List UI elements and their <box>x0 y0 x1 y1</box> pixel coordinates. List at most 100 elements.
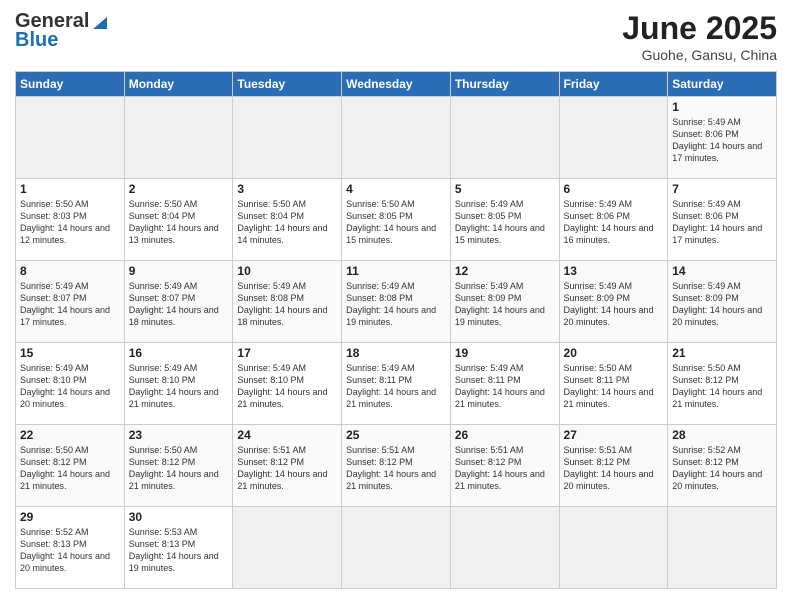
day-number: 12 <box>455 264 555 278</box>
cell-content: Sunrise: 5:50 AMSunset: 8:11 PMDaylight:… <box>564 363 654 409</box>
calendar-cell <box>559 507 668 589</box>
calendar-header-row: SundayMondayTuesdayWednesdayThursdayFrid… <box>16 72 777 97</box>
day-number: 6 <box>564 182 664 196</box>
day-number: 5 <box>455 182 555 196</box>
calendar-cell: 8Sunrise: 5:49 AMSunset: 8:07 PMDaylight… <box>16 261 125 343</box>
day-number: 25 <box>346 428 446 442</box>
calendar-week-row: 29Sunrise: 5:52 AMSunset: 8:13 PMDayligh… <box>16 507 777 589</box>
calendar-cell: 2Sunrise: 5:50 AMSunset: 8:04 PMDaylight… <box>124 179 233 261</box>
calendar-cell: 5 Sunrise: 5:49 AMSunset: 8:05 PMDaylight… <box>450 179 559 261</box>
day-number: 22 <box>20 428 120 442</box>
cell-content: Sunrise: 5:51 AMSunset: 8:12 PMDaylight:… <box>455 445 545 491</box>
calendar-cell: 10 Sunrise: 5:49 AMSunset: 8:08 PMDayligh… <box>233 261 342 343</box>
calendar-cell: 16Sunrise: 5:49 AMSunset: 8:10 PMDayligh… <box>124 343 233 425</box>
calendar-cell: 7Sunrise: 5:49 AMSunset: 8:06 PMDaylight… <box>668 179 777 261</box>
day-number: 14 <box>672 264 772 278</box>
day-header-sunday: Sunday <box>16 72 125 97</box>
calendar-cell <box>450 507 559 589</box>
day-number: 8 <box>20 264 120 278</box>
day-number: 28 <box>672 428 772 442</box>
cell-content: Sunrise: 5:51 AMSunset: 8:12 PMDaylight:… <box>564 445 654 491</box>
cell-content: Sunrise: 5:49 AMSunset: 8:09 PMDaylight:… <box>672 281 762 327</box>
header: General Blue June 2025 Guohe, Gansu, Chi… <box>15 10 777 63</box>
calendar-cell: 11 Sunrise: 5:49 AMSunset: 8:08 PMDayligh… <box>342 261 451 343</box>
calendar-cell: 13 Sunrise: 5:49 AMSunset: 8:09 PMDayligh… <box>559 261 668 343</box>
day-number: 10 <box>237 264 337 278</box>
calendar-cell: 4 Sunrise: 5:50 AMSunset: 8:05 PMDaylight… <box>342 179 451 261</box>
calendar-cell: 22 Sunrise: 5:50 AMSunset: 8:12 PMDayligh… <box>16 425 125 507</box>
calendar-cell: 18 Sunrise: 5:49 AMSunset: 8:11 PMDayligh… <box>342 343 451 425</box>
day-number: 27 <box>564 428 664 442</box>
cell-content: Sunrise: 5:49 AMSunset: 8:06 PMDaylight:… <box>672 117 762 163</box>
calendar-table: SundayMondayTuesdayWednesdayThursdayFrid… <box>15 71 777 589</box>
day-number: 19 <box>455 346 555 360</box>
calendar-cell: 29Sunrise: 5:52 AMSunset: 8:13 PMDayligh… <box>16 507 125 589</box>
day-number: 1 <box>672 100 772 114</box>
calendar-week-row: 1 Sunrise: 5:49 AMSunset: 8:06 PMDaylight… <box>16 97 777 179</box>
cell-content: Sunrise: 5:50 AMSunset: 8:03 PMDaylight:… <box>20 199 110 245</box>
cell-content: Sunrise: 5:49 AMSunset: 8:10 PMDaylight:… <box>129 363 219 409</box>
cell-content: Sunrise: 5:53 AMSunset: 8:13 PMDaylight:… <box>129 527 219 573</box>
calendar-week-row: 1 Sunrise: 5:50 AMSunset: 8:03 PMDaylight… <box>16 179 777 261</box>
cell-content: Sunrise: 5:49 AMSunset: 8:09 PMDaylight:… <box>455 281 545 327</box>
cell-content: Sunrise: 5:49 AMSunset: 8:09 PMDaylight:… <box>564 281 654 327</box>
cell-content: Sunrise: 5:49 AMSunset: 8:08 PMDaylight:… <box>346 281 436 327</box>
cell-content: Sunrise: 5:50 AMSunset: 8:12 PMDaylight:… <box>672 363 762 409</box>
cell-content: Sunrise: 5:49 AMSunset: 8:05 PMDaylight:… <box>455 199 545 245</box>
day-number: 23 <box>129 428 229 442</box>
day-number: 18 <box>346 346 446 360</box>
day-number: 11 <box>346 264 446 278</box>
calendar-week-row: 8Sunrise: 5:49 AMSunset: 8:07 PMDaylight… <box>16 261 777 343</box>
day-number: 26 <box>455 428 555 442</box>
day-header-saturday: Saturday <box>668 72 777 97</box>
cell-content: Sunrise: 5:52 AMSunset: 8:12 PMDaylight:… <box>672 445 762 491</box>
calendar-cell: 19 Sunrise: 5:49 AMSunset: 8:11 PMDayligh… <box>450 343 559 425</box>
calendar-cell: 21Sunrise: 5:50 AMSunset: 8:12 PMDayligh… <box>668 343 777 425</box>
calendar-cell: 14 Sunrise: 5:49 AMSunset: 8:09 PMDayligh… <box>668 261 777 343</box>
calendar-cell <box>342 97 451 179</box>
day-header-monday: Monday <box>124 72 233 97</box>
logo-triangle-icon <box>91 13 109 31</box>
day-header-friday: Friday <box>559 72 668 97</box>
calendar-cell: 24 Sunrise: 5:51 AMSunset: 8:12 PMDayligh… <box>233 425 342 507</box>
calendar-cell: 6 Sunrise: 5:49 AMSunset: 8:06 PMDaylight… <box>559 179 668 261</box>
day-number: 24 <box>237 428 337 442</box>
day-number: 3 <box>237 182 337 196</box>
day-number: 29 <box>20 510 120 524</box>
cell-content: Sunrise: 5:51 AMSunset: 8:12 PMDaylight:… <box>237 445 327 491</box>
cell-content: Sunrise: 5:49 AMSunset: 8:06 PMDaylight:… <box>564 199 654 245</box>
calendar-cell: 9Sunrise: 5:49 AMSunset: 8:07 PMDaylight… <box>124 261 233 343</box>
calendar-cell: 20 Sunrise: 5:50 AMSunset: 8:11 PMDayligh… <box>559 343 668 425</box>
day-number: 13 <box>564 264 664 278</box>
logo-blue-text: Blue <box>15 29 58 52</box>
main-container: General Blue June 2025 Guohe, Gansu, Chi… <box>0 0 792 599</box>
calendar-cell <box>450 97 559 179</box>
day-number: 17 <box>237 346 337 360</box>
day-number: 30 <box>129 510 229 524</box>
cell-content: Sunrise: 5:50 AMSunset: 8:12 PMDaylight:… <box>20 445 110 491</box>
day-number: 4 <box>346 182 446 196</box>
calendar-cell: 26 Sunrise: 5:51 AMSunset: 8:12 PMDayligh… <box>450 425 559 507</box>
day-header-tuesday: Tuesday <box>233 72 342 97</box>
calendar-cell: 25 Sunrise: 5:51 AMSunset: 8:12 PMDayligh… <box>342 425 451 507</box>
calendar-cell <box>124 97 233 179</box>
cell-content: Sunrise: 5:51 AMSunset: 8:12 PMDaylight:… <box>346 445 436 491</box>
day-header-wednesday: Wednesday <box>342 72 451 97</box>
day-number: 20 <box>564 346 664 360</box>
day-number: 15 <box>20 346 120 360</box>
cell-content: Sunrise: 5:49 AMSunset: 8:08 PMDaylight:… <box>237 281 327 327</box>
calendar-cell <box>342 507 451 589</box>
cell-content: Sunrise: 5:49 AMSunset: 8:10 PMDaylight:… <box>237 363 327 409</box>
calendar-cell: 15Sunrise: 5:49 AMSunset: 8:10 PMDayligh… <box>16 343 125 425</box>
logo: General Blue <box>15 10 109 52</box>
calendar-cell: 27 Sunrise: 5:51 AMSunset: 8:12 PMDayligh… <box>559 425 668 507</box>
day-number: 1 <box>20 182 120 196</box>
cell-content: Sunrise: 5:49 AMSunset: 8:11 PMDaylight:… <box>455 363 545 409</box>
calendar-cell <box>668 507 777 589</box>
cell-content: Sunrise: 5:49 AMSunset: 8:11 PMDaylight:… <box>346 363 436 409</box>
day-header-thursday: Thursday <box>450 72 559 97</box>
calendar-cell <box>233 507 342 589</box>
cell-content: Sunrise: 5:50 AMSunset: 8:05 PMDaylight:… <box>346 199 436 245</box>
calendar-cell <box>559 97 668 179</box>
calendar-week-row: 15 Sunrise: 5:49 AMSunset: 8:10 PMDayligh… <box>16 343 777 425</box>
